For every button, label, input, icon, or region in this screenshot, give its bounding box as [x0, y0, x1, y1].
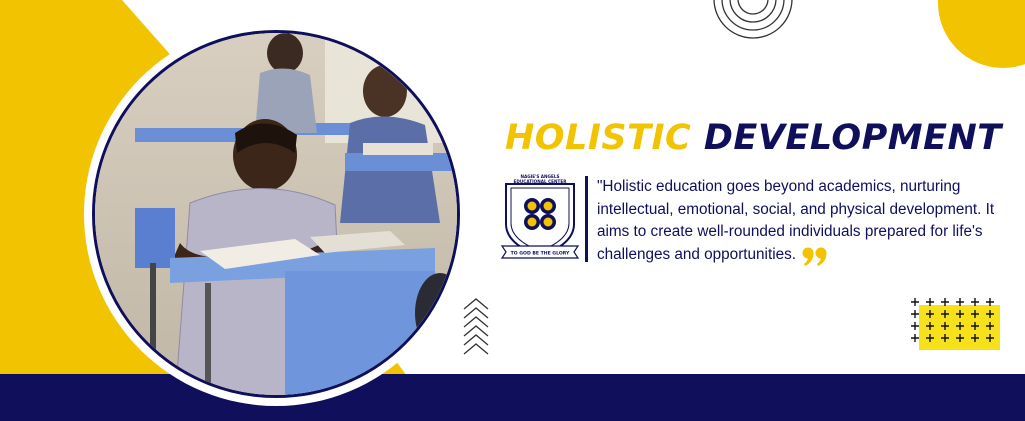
holistic-development-banner: HOLISTIC DEVELOPMENT NAGIE'S ANGELS EDUC… [0, 0, 1025, 421]
title-word-development: DEVELOPMENT [703, 118, 1002, 158]
holistic-quote: "Holistic education goes beyond academic… [597, 176, 997, 274]
logo-motto: TO GOD BE THE GLORY [511, 251, 570, 257]
classroom-photo [92, 30, 460, 398]
quote-text: "Holistic education goes beyond academic… [597, 178, 995, 263]
logo-name-line2: EDUCATIONAL CENTER [514, 179, 568, 184]
quote-divider [585, 176, 588, 262]
plus-pattern-decoration [911, 298, 994, 342]
title-word-holistic: HOLISTIC [505, 118, 692, 158]
concentric-rings-decoration [713, 0, 793, 39]
page-title: HOLISTIC DEVELOPMENT [505, 118, 1002, 158]
chevrons-up-icon [463, 298, 489, 355]
navy-bottom-band [0, 374, 1025, 421]
closing-quote-icon [802, 247, 828, 275]
school-crest-logo: NAGIE'S ANGELS EDUCATIONAL CENTER TO GOD… [500, 174, 580, 259]
